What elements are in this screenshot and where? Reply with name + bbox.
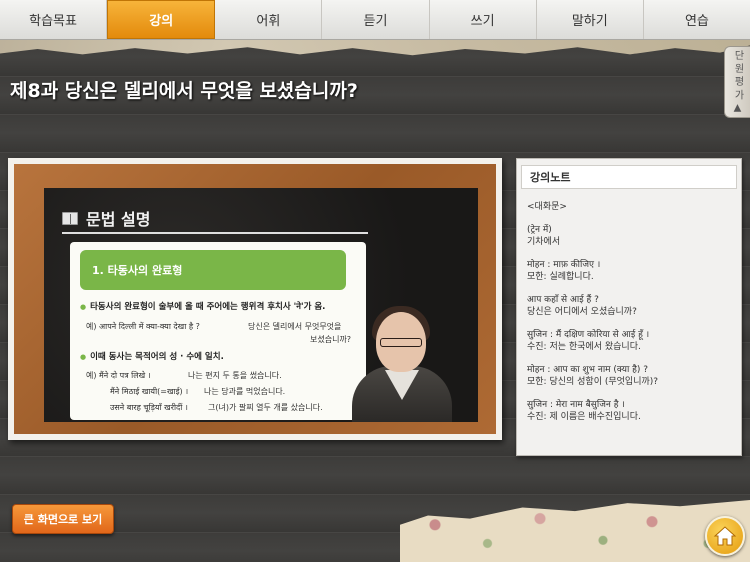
notes-spacer bbox=[527, 283, 737, 294]
video-frame: 문법 설명 1. 타동사의 완료형 타동사의 완료형이 술부에 올 때 주어에는… bbox=[8, 158, 502, 440]
slide-bullet-1: 타동사의 완료형이 술부에 올 때 주어에는 행위격 후치사 'ने'가 옴. bbox=[80, 300, 325, 312]
notes-line: 모한: 당신의 성함이 (무엇입니까)? bbox=[527, 377, 659, 387]
slide-example-2: 예) मैंने दो पत्र लिखे । bbox=[86, 371, 151, 380]
tab-speaking[interactable]: 말하기 bbox=[537, 0, 644, 39]
slide-bullet-2: 이때 동사는 목적어의 성 · 수에 일치. bbox=[80, 350, 224, 362]
tab-lecture[interactable]: 강의 bbox=[107, 0, 216, 39]
slide-heading: 문법 설명 bbox=[62, 206, 150, 230]
slide-card: 1. 타동사의 완료형 타동사의 완료형이 술부에 올 때 주어에는 행위격 후… bbox=[70, 242, 366, 420]
notes-line: आप कहाँ से आई हैं ? bbox=[527, 295, 599, 305]
notes-line: <대화문> bbox=[527, 202, 567, 212]
slide-heading-text: 문법 설명 bbox=[86, 210, 151, 229]
floral-decoration bbox=[400, 500, 750, 562]
notes-spacer bbox=[527, 388, 737, 399]
slide-banner: 1. 타동사의 완료형 bbox=[80, 250, 346, 290]
home-button[interactable] bbox=[705, 516, 745, 556]
presenter-image bbox=[338, 304, 462, 422]
notes-spacer bbox=[527, 318, 737, 329]
notes-spacer bbox=[527, 248, 737, 259]
slide-example-1-ko: 당신은 델리에서 무엇무엇을 bbox=[248, 322, 342, 331]
notes-line: सुजिन : मेरा नाम बैसुजिन है । bbox=[527, 400, 625, 410]
notes-line: 수진: 저는 한국에서 왔습니다. bbox=[527, 342, 641, 352]
tab-objectives[interactable]: 학습목표 bbox=[0, 0, 108, 39]
notes-spacer bbox=[527, 213, 737, 224]
fullscreen-button[interactable]: 큰 화면으로 보기 bbox=[12, 504, 114, 534]
notes-line: सुजिन : मैं दक्षिण कोरिया से आई हूँ । bbox=[527, 330, 650, 340]
tab-practice[interactable]: 연습 bbox=[644, 0, 750, 39]
slide-divider bbox=[62, 232, 368, 234]
notes-spacer bbox=[527, 353, 737, 364]
torn-paper-decoration bbox=[0, 40, 750, 56]
notes-content[interactable]: <대화문> (ट्रेन में) 기차에서 मोहन : माफ़ कीजिए… bbox=[527, 201, 737, 423]
slide-example-1: 예) आपने दिल्ली में क्या-क्या देखा है ? bbox=[86, 322, 200, 331]
video-border: 문법 설명 1. 타동사의 완료형 타동사의 완료형이 술부에 올 때 주어에는… bbox=[14, 164, 496, 434]
unit-assessment-tab[interactable]: 단 원 평 가 ▲ bbox=[724, 46, 750, 118]
tab-listening[interactable]: 듣기 bbox=[322, 0, 430, 39]
notes-line: 수진: 제 이름은 배수진입니다. bbox=[527, 412, 641, 422]
notes-line: 기차에서 bbox=[527, 237, 561, 247]
tab-vocabulary[interactable]: 어휘 bbox=[215, 0, 323, 39]
lecture-notes-panel: 강의노트 <대화문> (ट्रेन में) 기차에서 मोहन : माफ़ … bbox=[516, 158, 742, 456]
slide-example-2-ko: 나는 편지 두 통을 썼습니다. bbox=[188, 371, 282, 380]
notes-line: 모한: 실례합니다. bbox=[527, 272, 594, 282]
notes-line: मोहन : माफ़ कीजिए । bbox=[527, 260, 601, 270]
home-icon bbox=[713, 526, 737, 546]
lecture-video[interactable]: 문법 설명 1. 타동사의 완료형 타동사의 완료형이 술부에 올 때 주어에는… bbox=[44, 188, 478, 422]
slide-example-3-ko: 나는 당과를 먹었습니다. bbox=[204, 387, 286, 396]
slide-example-3: मैंने मिठाई खायी(=खाई) । bbox=[110, 387, 189, 396]
main-tab-bar: 학습목표 강의 어휘 듣기 쓰기 말하기 연습 bbox=[0, 0, 750, 40]
notes-line: (ट्रेन में) bbox=[527, 225, 552, 235]
slide-example-4-ko: 그(녀)가 팔찌 열두 개를 샀습니다. bbox=[208, 403, 323, 412]
book-icon bbox=[62, 211, 78, 225]
notes-line: मोहन : आप का शुभ नाम (क्या है) ? bbox=[527, 365, 649, 375]
tab-writing[interactable]: 쓰기 bbox=[430, 0, 537, 39]
presenter-glasses bbox=[380, 338, 422, 347]
notes-title: 강의노트 bbox=[521, 165, 737, 189]
slide-example-4: उसने बारह चूड़ियाँ खरीदीं । bbox=[110, 403, 188, 412]
notes-line: 당신은 어디에서 오셨습니까? bbox=[527, 307, 637, 317]
page-title: 제8과 당신은 델리에서 무엇을 보셨습니까? bbox=[10, 80, 358, 102]
